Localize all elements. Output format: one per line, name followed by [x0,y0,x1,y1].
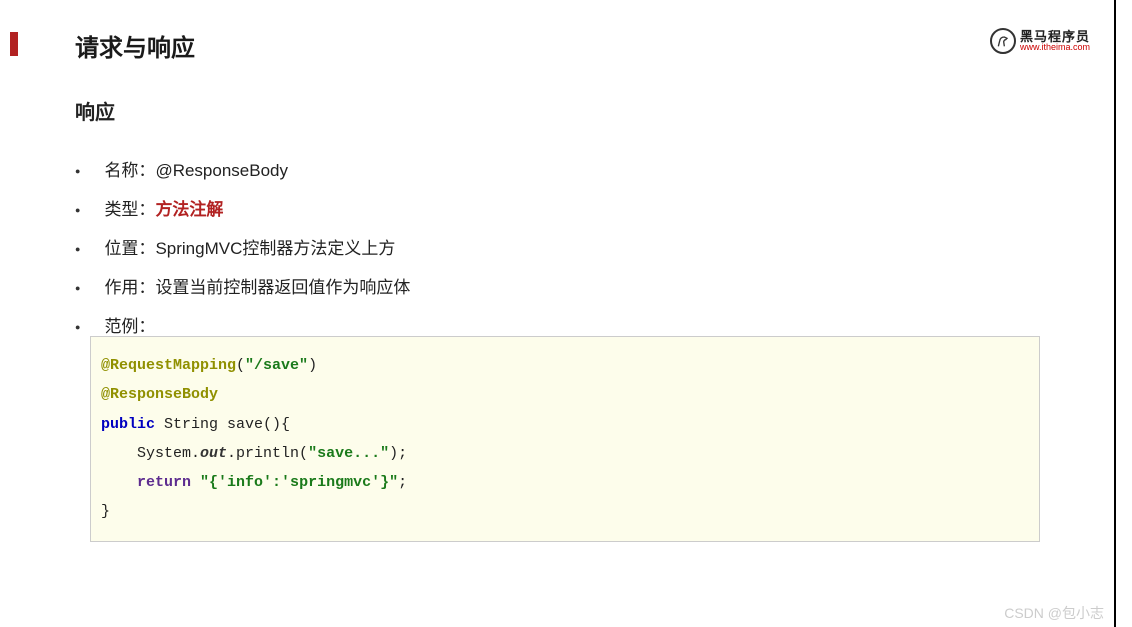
code-token: String save(){ [155,416,290,433]
horse-icon [990,28,1016,54]
bullet-label: 位置： [104,239,155,258]
code-example: @RequestMapping("/save") @ResponseBody p… [90,336,1040,542]
bullet-list: 名称：@ResponseBody 类型：方法注解 位置：SpringMVC控制器… [75,156,410,351]
code-token: return [137,474,191,491]
code-token: out [200,445,227,462]
list-item: 名称：@ResponseBody [75,156,410,181]
bullet-label: 范例： [104,317,155,336]
bullet-value: 设置当前控制器返回值作为响应体 [155,278,410,297]
code-token [101,474,137,491]
list-item: 作用：设置当前控制器返回值作为响应体 [75,273,410,298]
bullet-value: 方法注解 [155,200,223,219]
list-item: 类型：方法注解 [75,195,410,220]
list-item: 范例： [75,312,410,337]
code-token: ); [389,445,407,462]
bullet-value: SpringMVC控制器方法定义上方 [155,239,395,258]
code-token: "{'info':'springmvc'}" [200,474,398,491]
list-item: 位置：SpringMVC控制器方法定义上方 [75,234,410,259]
brand-logo: 黑马程序员 www.itheima.com [990,28,1090,54]
watermark: CSDN @包小志 [1004,603,1104,623]
code-token: ; [398,474,407,491]
logo-sub-text: www.itheima.com [1020,43,1090,52]
bullet-value: @ResponseBody [155,161,288,180]
code-token: .println( [227,445,308,462]
bullet-label: 作用： [104,278,155,297]
title-accent-bar [10,32,18,56]
code-token: System. [101,445,200,462]
code-token: "/save" [245,357,308,374]
code-token: "save..." [308,445,389,462]
code-token: @ResponseBody [101,386,218,403]
section-title: 响应 [75,96,115,125]
bullet-label: 名称： [104,161,155,180]
code-token: @RequestMapping [101,357,236,374]
slide-container: 请求与响应 黑马程序员 www.itheima.com 响应 名称：@Respo… [0,0,1116,627]
code-token: } [101,503,110,520]
bullet-label: 类型： [104,200,155,219]
page-title: 请求与响应 [75,28,195,63]
code-token: public [101,416,155,433]
